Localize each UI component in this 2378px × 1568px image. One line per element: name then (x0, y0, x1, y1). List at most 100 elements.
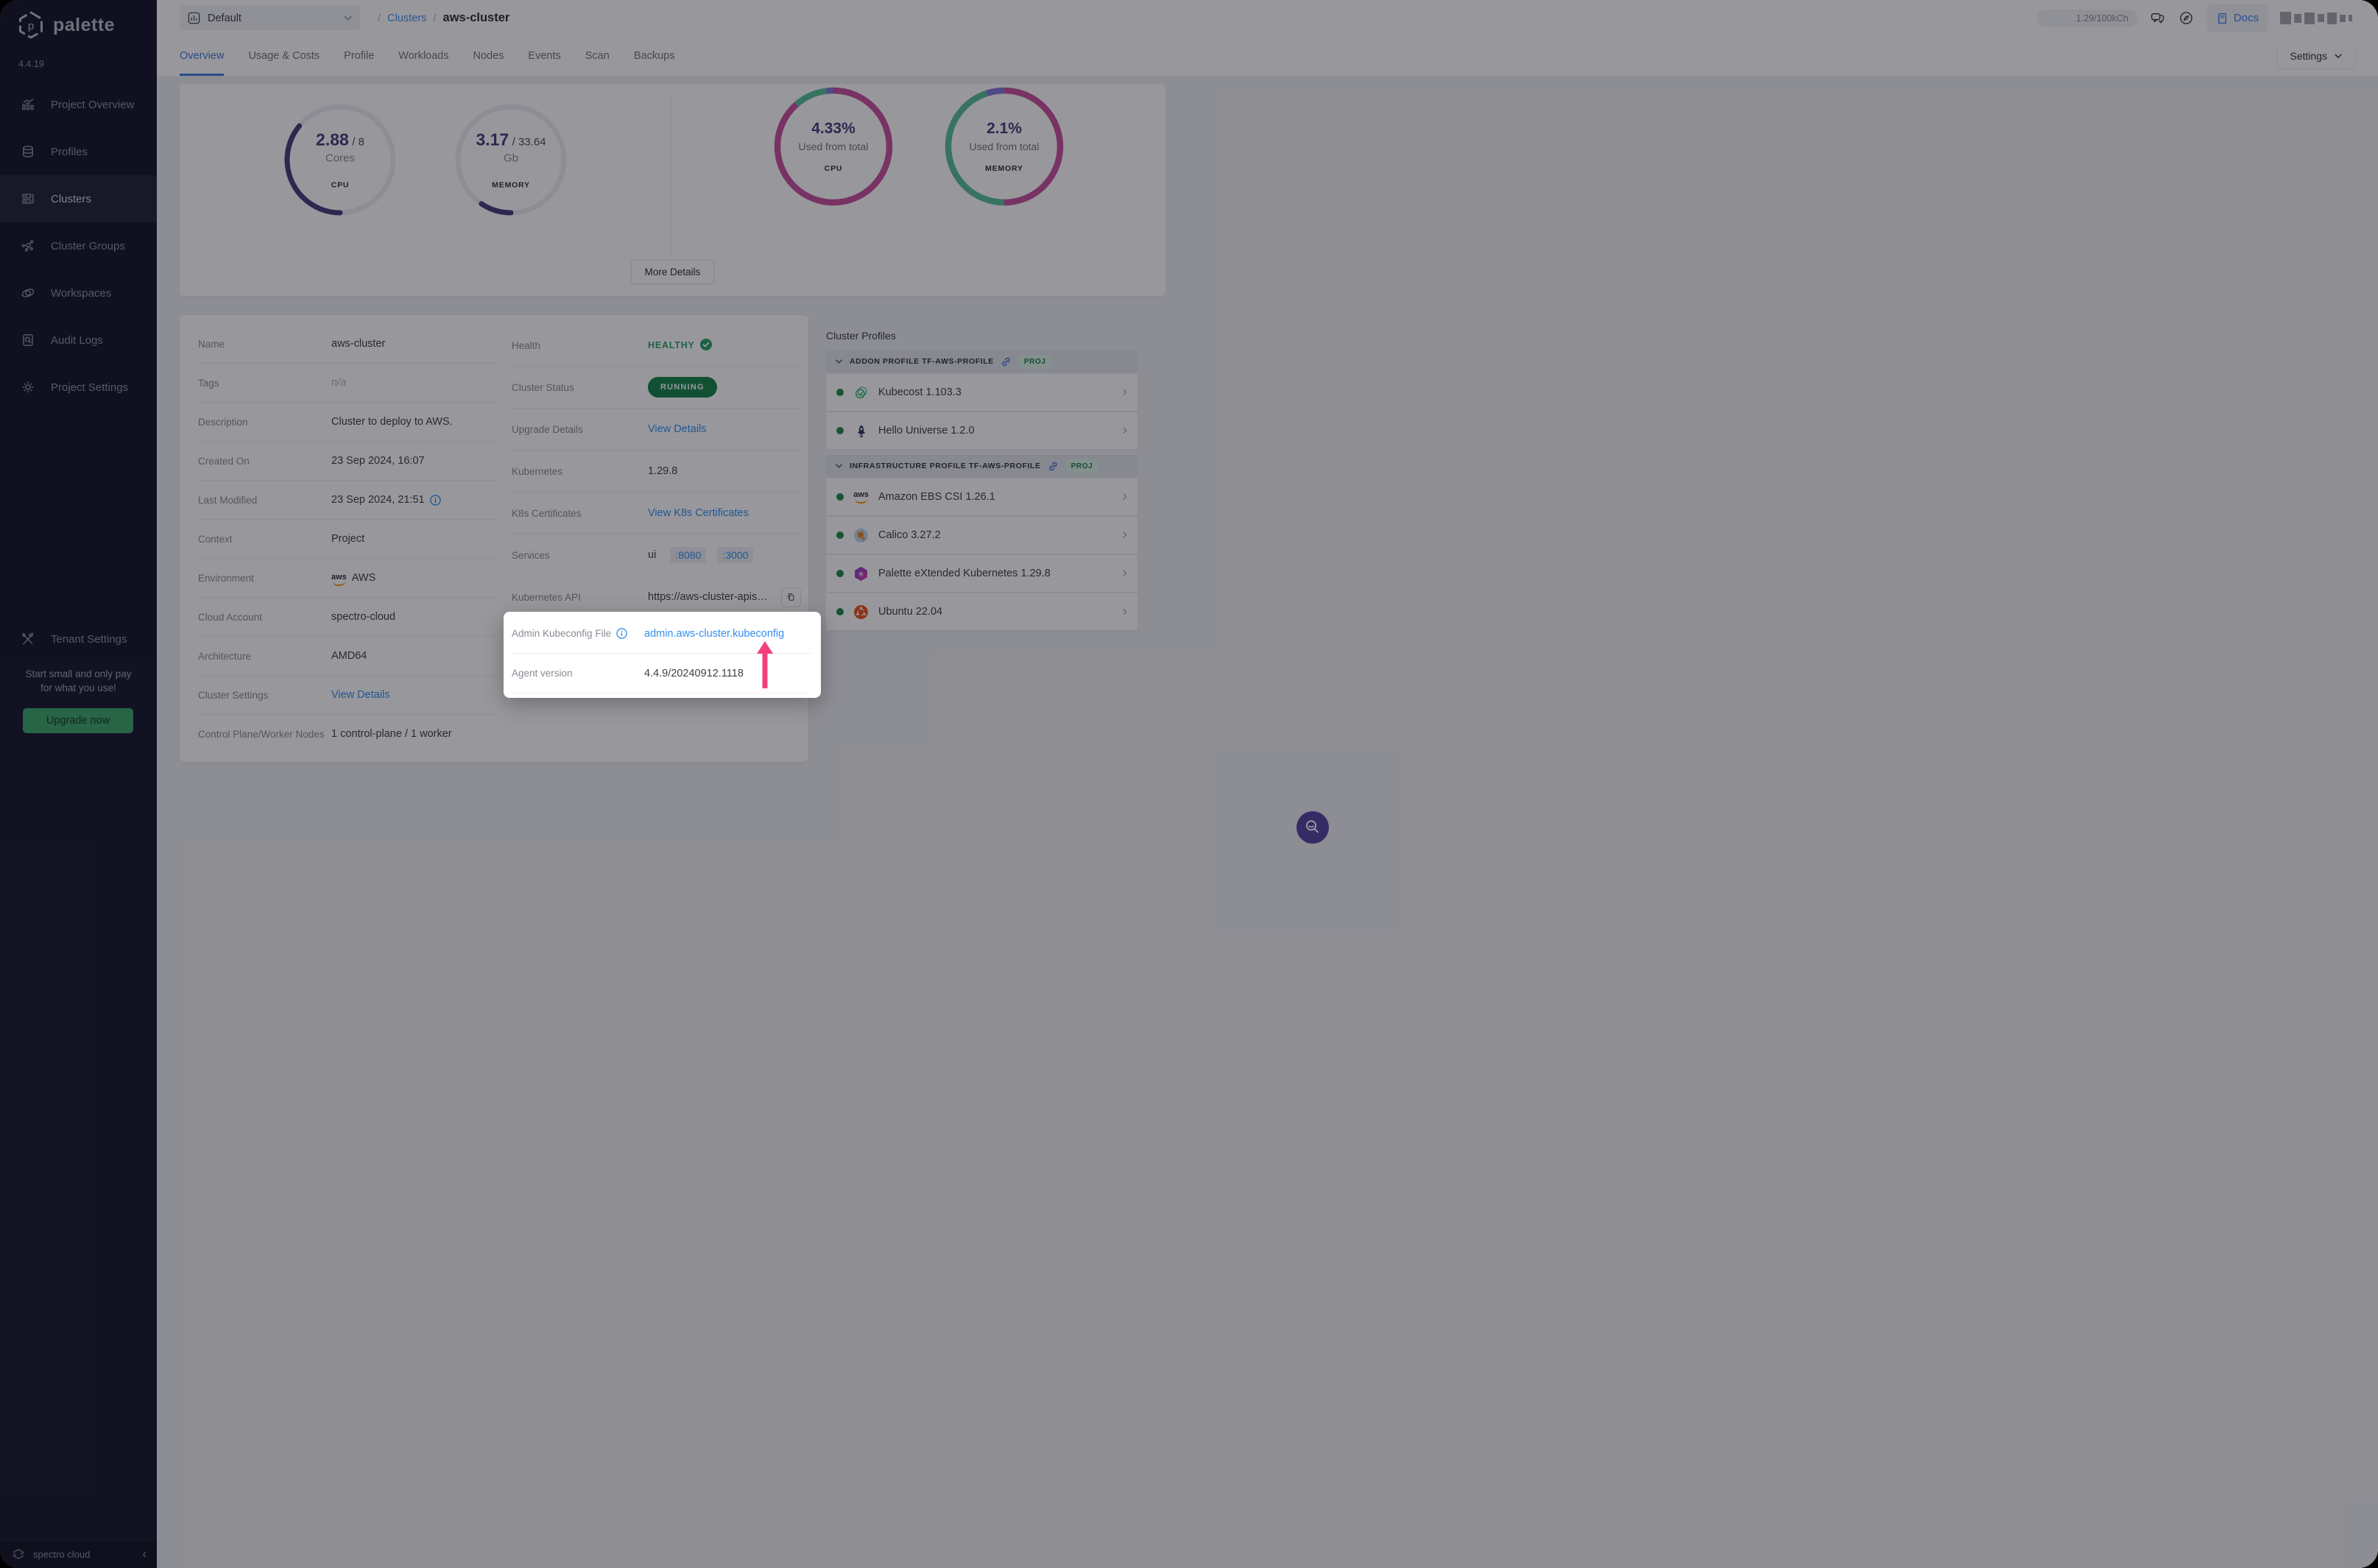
chart-icon (20, 96, 36, 113)
detail-link-upgrade-details[interactable]: View Details (648, 423, 707, 435)
credits-badge: 1.29/100kCh (2036, 9, 2137, 27)
settings-label: Settings (2290, 49, 2327, 62)
admin-kubeconfig-link[interactable]: admin.aws-cluster.kubeconfig (644, 628, 784, 640)
pack-row-calico-3-27-2[interactable]: Calico 3.27.2 › (826, 517, 1137, 554)
cluster-tabs: Overview Usage & Costs Profile Workloads Nod… (180, 35, 674, 76)
cpu-gauge-label: CPU (331, 180, 350, 190)
pack-row-ubuntu-22-04[interactable]: Ubuntu 22.04 › (826, 593, 1137, 630)
collapse-sidebar-icon[interactable]: ‹ (142, 1547, 147, 1561)
tab-overview[interactable]: Overview (180, 35, 225, 76)
info-icon[interactable] (616, 628, 627, 639)
memory-gauge-label: MEMORY (492, 180, 530, 190)
docs-button[interactable]: Docs (2206, 4, 2268, 32)
pack-row-palette-extended-kubernetes-1-29-8[interactable]: ✳ Palette eXtended Kubernetes 1.29.8 › (826, 555, 1137, 592)
chevron-right-icon[interactable]: › (1123, 565, 1127, 582)
profile-group-name: ADDON PROFILE TF-AWS-PROFILE (850, 357, 994, 366)
detail-label-description: Description (198, 416, 248, 428)
detail-row-kubernetes: Kubernetes 1.29.8 (512, 451, 801, 492)
chevron-right-icon[interactable]: › (1123, 384, 1127, 400)
service-port-link[interactable]: :3000 (717, 547, 754, 563)
cluster-status-badge[interactable]: RUNNING (648, 377, 717, 398)
pack-status-dot (836, 532, 844, 539)
sidebar-item-project-overview[interactable]: Project Overview (0, 81, 157, 128)
calico-icon (853, 528, 869, 543)
chevron-down-icon (2335, 53, 2342, 58)
chevron-right-icon[interactable]: › (1123, 527, 1127, 543)
detail-link-cluster-settings[interactable]: View Details (331, 689, 390, 701)
sidebar-item-label: Project Overview (51, 98, 135, 111)
pack-name: Kubecost 1.103.3 (878, 386, 962, 398)
pack-status-dot (836, 493, 844, 501)
sidebar-item-profiles[interactable]: Profiles (0, 128, 157, 175)
profile-group-addon-profile-tf-aws-profile: ADDON PROFILE TF-AWS-PROFILE PROJ Kubecost… (826, 350, 1137, 449)
sidebar-item-project-settings[interactable]: Project Settings (0, 364, 157, 411)
settings-button[interactable]: Settings (2278, 43, 2354, 68)
palette-logo: p palette (16, 10, 115, 40)
project-selector[interactable]: Default (180, 6, 360, 30)
profile-group-header[interactable]: ADDON PROFILE TF-AWS-PROFILE PROJ (826, 350, 1137, 372)
info-icon[interactable] (429, 494, 441, 506)
aws-logo-icon: aws (331, 571, 347, 586)
tab-backups[interactable]: Backups (634, 35, 675, 76)
pack-name: Calico 3.27.2 (878, 529, 941, 541)
pack-row-kubecost-1-103-3[interactable]: Kubecost 1.103.3 › (826, 374, 1137, 411)
pack-row-amazon-ebs-csi-1-26-1[interactable]: aws Amazon EBS CSI 1.26.1 › (826, 478, 1137, 515)
sidebar-item-tenant-settings[interactable]: Tenant Settings (0, 622, 157, 656)
detail-label-k8s-certificates: K8s Certificates (512, 507, 582, 519)
tab-usage-costs[interactable]: Usage & Costs (248, 35, 320, 76)
tab-profile[interactable]: Profile (344, 35, 374, 76)
promo-text-line1: Start small and only pay (25, 668, 132, 679)
detail-link-k8s-certificates[interactable]: View K8s Certificates (648, 507, 749, 519)
magnifier-smile-icon (1305, 820, 1319, 833)
sidebar-item-cluster-groups[interactable]: Cluster Groups (0, 222, 157, 269)
detail-label-kubernetes: Kubernetes (512, 465, 563, 477)
tab-workloads[interactable]: Workloads (398, 35, 448, 76)
profile-group-header[interactable]: INFRASTRUCTURE PROFILE TF-AWS-PROFILE PRO… (826, 455, 1137, 477)
memory-usage-ring: 2.1% Used from total MEMORY (942, 84, 1067, 209)
breadcrumb-current: aws-cluster (442, 11, 510, 24)
chat-icon[interactable] (2150, 10, 2166, 27)
detail-label-context: Context (198, 533, 233, 545)
sidebar-item-clusters[interactable]: Clusters (0, 175, 157, 222)
sidebar-footer: spectro cloud ‹ (0, 1539, 157, 1568)
pack-name: Amazon EBS CSI 1.26.1 (878, 491, 995, 503)
svg-text:✳: ✳ (858, 570, 864, 579)
search-fab-button[interactable] (1296, 811, 1329, 844)
upgrade-now-button[interactable]: Upgrade now (23, 708, 133, 733)
sidebar-item-workspaces[interactable]: Workspaces (0, 269, 157, 317)
memory-ring-label: MEMORY (985, 164, 1023, 173)
tab-events[interactable]: Events (528, 35, 560, 76)
pack-row-hello-universe-1-2-0[interactable]: Hello Universe 1.2.0 › (826, 412, 1137, 449)
more-details-button[interactable]: More Details (630, 260, 715, 284)
profile-group-name: INFRASTRUCTURE PROFILE TF-AWS-PROFILE (850, 462, 1041, 470)
cpu-unit: Cores (325, 152, 355, 165)
tab-nodes[interactable]: Nodes (473, 35, 504, 76)
upgrade-promo: Start small and only pay for what you us… (0, 657, 157, 1540)
ubuntu-icon (853, 604, 869, 620)
breadcrumb-clusters-link[interactable]: Clusters (387, 13, 426, 24)
chevron-right-icon[interactable]: › (1123, 489, 1127, 505)
profile-group-infrastructure-profile-tf-aws-profile: INFRASTRUCTURE PROFILE TF-AWS-PROFILE PRO… (826, 455, 1137, 630)
chevron-down-icon (343, 12, 353, 25)
pxk-icon: ✳ (853, 566, 869, 582)
sidebar-item-audit-logs[interactable]: Audit Logs (0, 317, 157, 364)
service-port-link[interactable]: :8080 (670, 547, 707, 563)
promo-text-line2: for what you use! (40, 682, 116, 693)
audit-icon (20, 332, 36, 348)
copy-icon-button[interactable] (781, 587, 801, 607)
tab-scan[interactable]: Scan (585, 35, 610, 76)
breadcrumb-separator: / (378, 12, 381, 24)
compass-icon[interactable] (2178, 10, 2195, 27)
scope-badge: PROJ (1017, 354, 1052, 369)
chevron-right-icon[interactable]: › (1123, 423, 1127, 439)
link-icon (1001, 356, 1012, 367)
pack-name: Palette eXtended Kubernetes 1.29.8 (878, 568, 1051, 579)
check-circle-icon (699, 338, 712, 353)
detail-label-kubernetes-api: Kubernetes API (512, 591, 581, 603)
chevron-down-icon (835, 459, 843, 473)
chevron-right-icon[interactable]: › (1123, 604, 1127, 620)
detail-value-cloud-account: spectro-cloud (331, 611, 396, 623)
layers-icon (20, 144, 36, 160)
cpu-percent: 4.33% (811, 120, 855, 137)
detail-row-name: Name aws-cluster (198, 325, 496, 364)
